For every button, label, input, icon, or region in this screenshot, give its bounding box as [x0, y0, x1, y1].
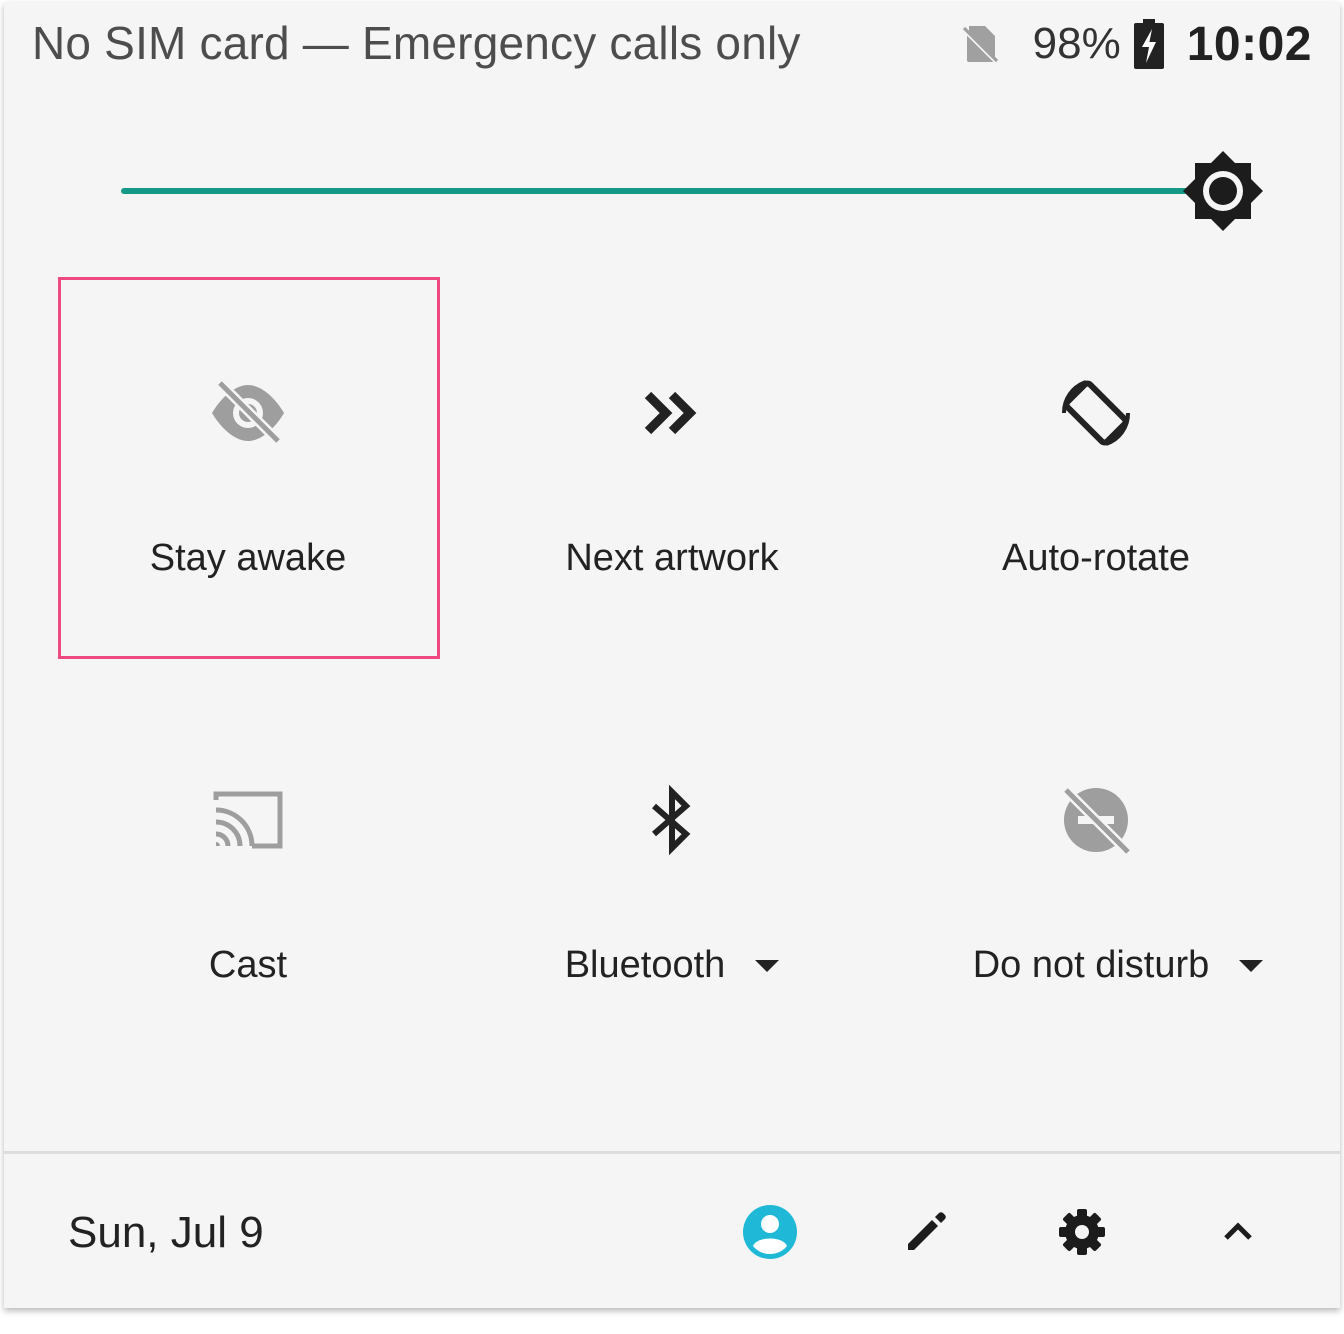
- cast-icon: [213, 791, 283, 849]
- battery-percent: 98%: [1032, 19, 1121, 68]
- screen-rotation-icon: [1061, 380, 1131, 446]
- tile-auto-rotate[interactable]: Auto-rotate: [906, 277, 1286, 657]
- account-icon[interactable]: [740, 1202, 800, 1262]
- eye-off-icon: [212, 377, 284, 447]
- tile-label: Do not disturb: [972, 944, 1210, 986]
- tile-stay-awake[interactable]: Stay awake: [58, 277, 438, 657]
- dropdown-caret-icon[interactable]: [755, 959, 780, 972]
- tile-next-artwork[interactable]: Next artwork: [482, 277, 862, 657]
- tile-label: Cast: [208, 944, 288, 986]
- tile-label-row[interactable]: Bluetooth: [482, 944, 862, 987]
- carrier-status-text: No SIM card — Emergency calls only: [32, 17, 801, 69]
- next-artwork-icon: [644, 391, 697, 435]
- tile-label: Bluetooth: [564, 944, 726, 986]
- brightness-slider-track[interactable]: [121, 188, 1211, 194]
- status-icons: 98% 10:02: [957, 12, 1312, 76]
- do-not-disturb-off-icon: [1060, 784, 1134, 858]
- brightness-icon[interactable]: [1180, 148, 1266, 234]
- no-sim-icon: [962, 26, 998, 63]
- tile-label: Stay awake: [149, 537, 347, 579]
- battery-charging-icon: [1133, 19, 1164, 69]
- tile-label-row[interactable]: Do not disturb: [906, 944, 1286, 987]
- tile-label: Auto-rotate: [1002, 537, 1190, 579]
- quick-settings-panel: No SIM card — Emergency calls only 98% 1…: [4, 2, 1340, 1308]
- settings-gear-icon[interactable]: [1052, 1202, 1112, 1262]
- tile-bluetooth[interactable]: Bluetooth: [482, 684, 862, 1064]
- tile-do-not-disturb[interactable]: Do not disturb: [906, 684, 1286, 1064]
- collapse-chevron-up-icon[interactable]: [1208, 1202, 1268, 1262]
- status-clock: 10:02: [1186, 17, 1312, 71]
- tile-label: Next artwork: [565, 537, 779, 579]
- bluetooth-icon: [652, 784, 691, 856]
- tile-cast[interactable]: Cast: [58, 684, 438, 1064]
- date-text: Sun, Jul 9: [68, 1208, 264, 1257]
- edit-icon[interactable]: [896, 1202, 956, 1262]
- dropdown-caret-icon[interactable]: [1239, 959, 1264, 972]
- footer-divider: [4, 1151, 1340, 1154]
